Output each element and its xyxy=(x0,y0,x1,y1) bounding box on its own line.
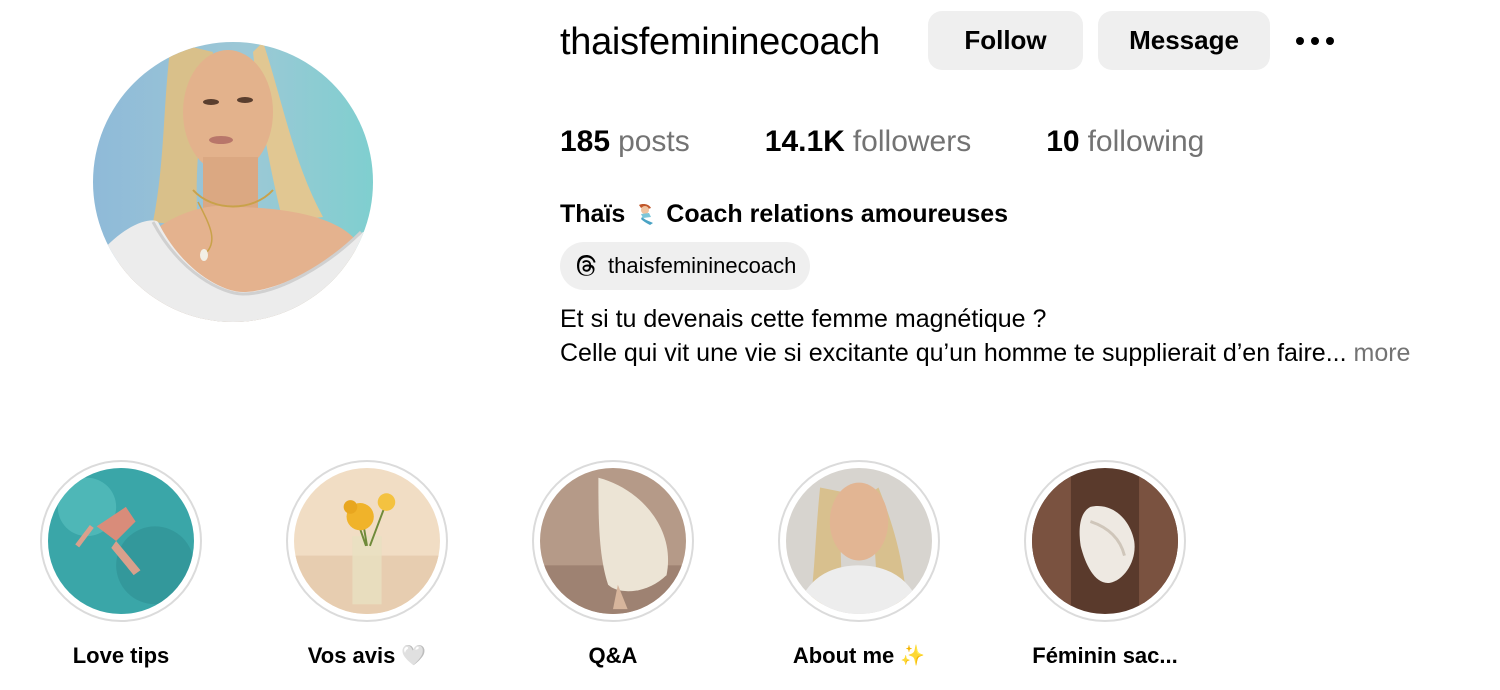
white-heart-icon: 🤍 xyxy=(401,645,427,667)
highlight-qa[interactable]: Q&A xyxy=(532,460,694,668)
follow-button[interactable]: Follow xyxy=(928,11,1083,70)
stat-followers[interactable]: 14.1K followers xyxy=(765,122,971,162)
dot-icon xyxy=(1326,37,1334,45)
highlight-label-text: Féminin sac... xyxy=(1032,643,1178,668)
highlight-thumbnail xyxy=(540,468,686,614)
highlight-label: Q&A xyxy=(589,642,638,670)
highlight-ring[interactable] xyxy=(40,460,202,622)
highlight-label: About me ✨ xyxy=(793,642,925,670)
highlight-feminin-sacre[interactable]: Féminin sac... xyxy=(1024,460,1186,668)
profile-bio: Et si tu devenais cette femme magnétique… xyxy=(560,302,1410,370)
bio-line-1: Et si tu devenais cette femme magnétique… xyxy=(560,305,1047,333)
stat-posts-label: posts xyxy=(618,125,690,158)
highlight-label-text: Q&A xyxy=(588,643,638,668)
highlight-love-tips[interactable]: Love tips xyxy=(40,460,202,668)
highlight-label-text: About me xyxy=(792,643,895,668)
full-name-first: Thaïs xyxy=(560,200,626,228)
highlight-label: Féminin sac... xyxy=(1032,642,1178,670)
profile-stats: 185 posts 14.1K followers 10 following xyxy=(560,122,1279,162)
highlight-thumbnail xyxy=(786,468,932,614)
highlight-label-text: Vos avis xyxy=(307,643,396,668)
stat-followers-value: 14.1K xyxy=(764,125,845,158)
highlight-thumbnail xyxy=(294,468,440,614)
bio-line-2: Celle qui vit une vie si excitante qu’un… xyxy=(560,336,1410,370)
highlight-ring[interactable] xyxy=(1024,460,1186,622)
highlight-thumbnail xyxy=(1032,468,1178,614)
bio-more-link[interactable]: more xyxy=(1354,339,1411,367)
dot-icon xyxy=(1296,37,1304,45)
profile-photo xyxy=(93,42,373,322)
profile-username: thaisfemininecoach xyxy=(560,21,880,63)
profile-page: thaisfemininecoach Follow Message 185 pos… xyxy=(0,0,1500,690)
highlight-label: Vos avis 🤍 xyxy=(308,642,427,670)
stat-posts-value: 185 xyxy=(560,125,611,158)
highlight-ring[interactable] xyxy=(778,460,940,622)
sparkles-icon: ✨ xyxy=(900,645,926,667)
message-button[interactable]: Message xyxy=(1098,11,1270,70)
threads-icon xyxy=(577,255,596,276)
dot-icon xyxy=(1311,37,1319,45)
highlight-ring[interactable] xyxy=(532,460,694,622)
full-name-title: Coach relations amoureuses xyxy=(666,200,1009,228)
threads-handle: thaisfemininecoach xyxy=(608,253,797,278)
highlight-ring[interactable] xyxy=(286,460,448,622)
more-options-icon[interactable] xyxy=(1292,28,1338,54)
bio-line-2-text: Celle qui vit une vie si excitante qu’un… xyxy=(560,339,1347,367)
mermaid-emoji-icon xyxy=(639,204,654,225)
stat-followers-label: followers xyxy=(852,125,972,158)
highlight-about-me[interactable]: About me ✨ xyxy=(778,460,940,668)
stat-following-value: 10 xyxy=(1046,125,1080,158)
profile-full-name: Thaïs Coach relations amoureuses xyxy=(560,198,1008,230)
profile-avatar[interactable] xyxy=(93,42,373,322)
highlight-thumbnail xyxy=(48,468,194,614)
threads-link[interactable]: thaisfemininecoach xyxy=(560,242,811,290)
stat-following[interactable]: 10 following xyxy=(1046,122,1204,162)
highlight-label: Love tips xyxy=(73,642,170,670)
stat-following-label: following xyxy=(1087,125,1205,158)
highlight-label-text: Love tips xyxy=(72,643,170,668)
highlight-vos-avis[interactable]: Vos avis 🤍 xyxy=(286,460,448,668)
stat-posts[interactable]: 185 posts xyxy=(560,122,690,162)
